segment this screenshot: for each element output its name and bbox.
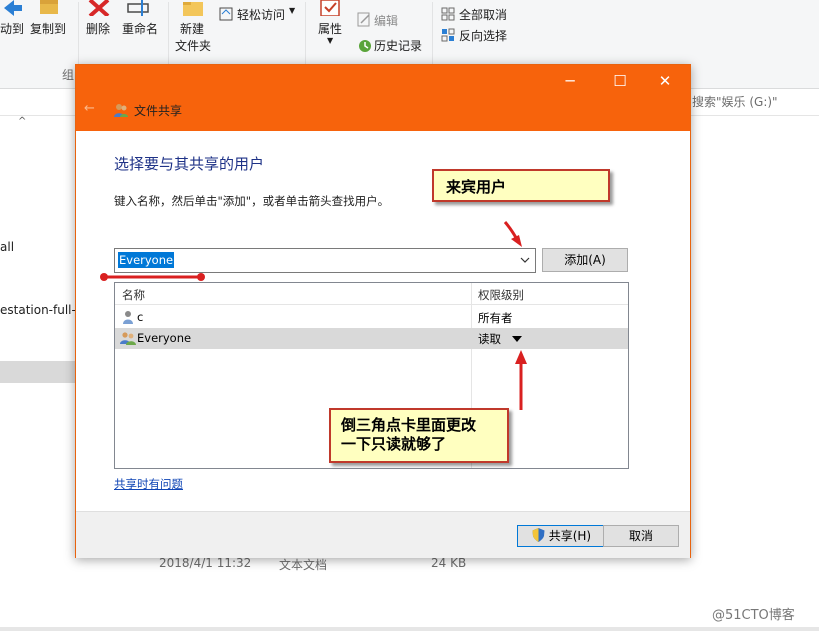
guest-arrow bbox=[503, 221, 522, 247]
annotation-layer bbox=[100, 221, 527, 410]
underline-mark bbox=[100, 273, 205, 281]
callout-guest-user: 来宾用户 bbox=[432, 169, 610, 202]
callout-line: 倒三角点卡里面更改 bbox=[341, 416, 477, 434]
callout-change-permission: 倒三角点卡里面更改 一下只读就够了 bbox=[329, 408, 509, 463]
triangle-arrow bbox=[515, 350, 527, 410]
callout-line: 一下只读就够了 bbox=[341, 435, 447, 453]
